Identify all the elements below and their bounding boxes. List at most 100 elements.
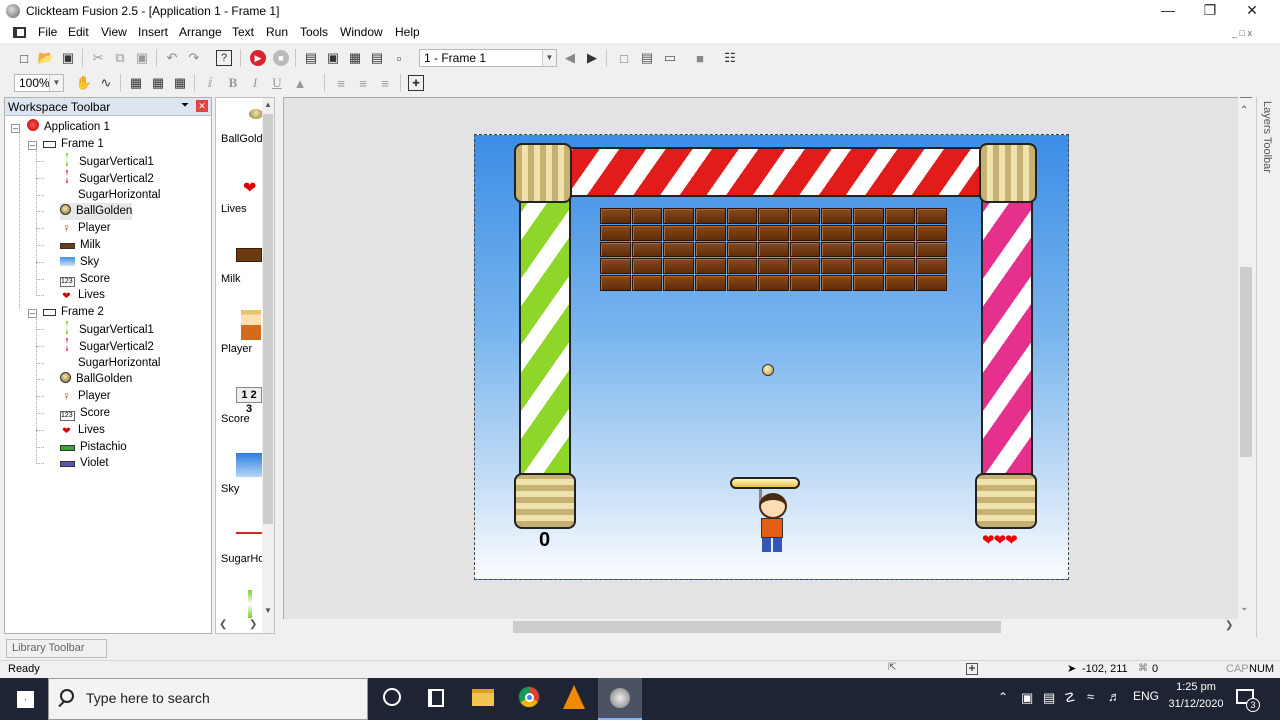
chocolate-brick[interactable] (600, 275, 631, 291)
event-editor-icon[interactable]: ▦ (347, 50, 363, 66)
sugar-horizontal[interactable] (557, 147, 987, 197)
chocolate-brick[interactable] (663, 275, 694, 291)
tree-item-player[interactable]: ♀ Player (60, 220, 111, 237)
collapse-application-icon[interactable]: – (11, 124, 20, 133)
language-indicator[interactable]: ENG (1133, 689, 1159, 703)
taskbar-search-box[interactable]: Type here to search (48, 678, 368, 720)
chrome-icon[interactable] (518, 686, 540, 708)
data-elements-icon[interactable]: ▫ (391, 50, 407, 66)
chocolate-brick[interactable] (821, 241, 853, 258)
chocolate-brick[interactable] (821, 224, 853, 241)
chocolate-brick[interactable] (694, 208, 726, 224)
chocolate-brick[interactable] (789, 241, 821, 258)
scroll-right-icon[interactable]: ❯ (1225, 620, 1233, 631)
tree-item-score[interactable]: 123 Score (60, 405, 110, 422)
snap-grid-icon[interactable]: ▦ (172, 75, 188, 91)
chocolate-brick[interactable] (694, 224, 726, 241)
object-lives[interactable]: Lives (221, 203, 267, 215)
chevron-down-icon[interactable]: ▼ (542, 50, 556, 66)
chocolate-brick[interactable] (884, 275, 916, 291)
chocolate-brick[interactable] (631, 241, 663, 258)
tree-item-lives[interactable]: ❤ Lives (60, 422, 105, 439)
chocolate-brick[interactable] (853, 241, 884, 258)
scroll-right-icon[interactable]: ❯ (249, 619, 257, 630)
menu-file[interactable]: File (38, 25, 57, 39)
chocolate-brick[interactable] (789, 208, 821, 224)
chocolate-brick[interactable] (789, 275, 821, 291)
chocolate-brick[interactable] (758, 275, 789, 291)
zoom-tool-icon[interactable]: ∿ (98, 75, 114, 91)
chocolate-brick[interactable] (916, 241, 947, 258)
tree-item-sugarvertical1[interactable]: SugarVertical1 (60, 153, 154, 170)
copy-icon[interactable]: ⧉ (112, 50, 128, 66)
chocolate-brick[interactable] (789, 258, 821, 275)
align-center-icon[interactable]: ≡ (355, 75, 371, 91)
taskbar-active-app[interactable] (598, 678, 642, 720)
hand-icon[interactable]: ✋ (76, 75, 92, 91)
chocolate-brick[interactable] (853, 275, 884, 291)
menu-text[interactable]: Text (232, 25, 254, 39)
objects-scroll-thumb[interactable] (263, 114, 273, 524)
hscroll-thumb[interactable] (513, 621, 1001, 633)
golden-ball[interactable] (762, 364, 774, 376)
tree-item-pistachio[interactable]: Pistachio (60, 439, 127, 456)
align-right-icon[interactable]: ≡ (377, 75, 393, 91)
object-milk[interactable]: Milk (221, 273, 267, 285)
menu-arrange[interactable]: Arrange (179, 25, 222, 39)
mdi-menu-icon[interactable] (13, 27, 26, 38)
menu-help[interactable]: Help (395, 25, 420, 39)
chocolate-brick[interactable] (726, 224, 758, 241)
pin-icon[interactable]: ⏷ (181, 100, 189, 111)
chocolate-brick[interactable] (663, 241, 694, 258)
tree-item-player[interactable]: ♀ Player (60, 388, 111, 405)
redo-icon[interactable]: ↷ (186, 50, 202, 66)
clock-time[interactable]: 1:25 pm (1170, 681, 1222, 693)
minimize-button[interactable]: — (1146, 0, 1190, 22)
chocolate-brick[interactable] (758, 241, 789, 258)
windows-start-icon[interactable] (17, 691, 34, 708)
tree-item-sugarhorizontal[interactable]: SugarHorizontal (60, 355, 160, 372)
tree-item-application[interactable]: Application 1 (27, 119, 110, 136)
chocolate-brick[interactable] (726, 275, 758, 291)
chocolate-brick[interactable] (600, 208, 631, 224)
chocolate-brick[interactable] (694, 258, 726, 275)
stop-record-icon[interactable]: ■ (273, 50, 289, 66)
game-frame[interactable]: 0 ❤❤❤ (474, 134, 1069, 580)
open-folder-icon[interactable]: 📂 (38, 50, 54, 66)
chocolate-brick[interactable] (821, 208, 853, 224)
chevron-up-icon[interactable]: ⌃ (998, 690, 1008, 704)
help-icon[interactable]: ? (216, 50, 232, 66)
grid-setup-icon[interactable]: ▦ (128, 75, 144, 91)
chocolate-brick[interactable] (631, 224, 663, 241)
chocolate-brick[interactable] (916, 224, 947, 241)
italic-icon[interactable]: I (247, 75, 263, 91)
sugar-vertical-1[interactable] (519, 195, 571, 477)
chocolate-brick[interactable] (758, 224, 789, 241)
chocolate-brick[interactable] (663, 208, 694, 224)
close-icon[interactable]: ✕ (196, 100, 208, 112)
meet-now-icon[interactable]: ▣ (1021, 690, 1033, 706)
tree-item-sugarvertical2[interactable]: SugarVertical2 (60, 337, 154, 355)
chocolate-brick[interactable] (853, 258, 884, 275)
scroll-up-icon[interactable]: ▲ (262, 98, 274, 112)
align-left-icon[interactable]: ≡ (333, 75, 349, 91)
save-icon[interactable]: ▣ (60, 50, 76, 66)
chocolate-brick[interactable] (694, 275, 726, 291)
file-explorer-icon[interactable] (472, 689, 494, 706)
frame-select[interactable]: 1 - Frame 1 ▼ (419, 49, 557, 67)
undo-icon[interactable]: ↶ (164, 50, 180, 66)
menu-insert[interactable]: Insert (138, 25, 168, 39)
wifi-icon[interactable]: ≈ (1087, 689, 1094, 704)
chocolate-brick[interactable] (853, 224, 884, 241)
object-player[interactable]: Player (221, 343, 267, 355)
stop-icon[interactable]: ■ (692, 50, 708, 66)
chocolate-brick[interactable] (884, 258, 916, 275)
chocolate-brick[interactable] (600, 224, 631, 241)
tree-item-sugarvertical1[interactable]: SugarVertical1 (60, 321, 154, 338)
frame-editor-icon[interactable]: ▣ (325, 50, 341, 66)
show-grid-icon[interactable]: ▦ (150, 75, 166, 91)
tree-item-sugarhorizontal[interactable]: SugarHorizontal (60, 187, 160, 204)
tree-item-frame2[interactable]: Frame 2 (43, 304, 104, 321)
vscroll-thumb[interactable] (1240, 267, 1252, 457)
language-switch-icon[interactable]: ☡ (1064, 690, 1076, 706)
